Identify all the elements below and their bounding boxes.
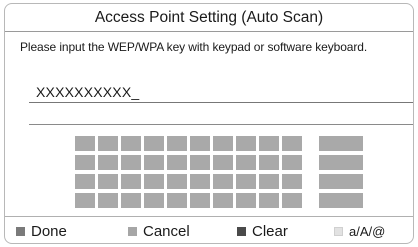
keyboard-key[interactable] [98, 155, 118, 170]
cancel-color-icon [128, 226, 137, 236]
keyboard-key[interactable] [190, 174, 210, 189]
keyboard-key[interactable] [190, 155, 210, 170]
keyboard-key[interactable] [144, 174, 164, 189]
keyboard-key[interactable] [144, 155, 164, 170]
keyboard-key[interactable] [282, 155, 302, 170]
keyboard-key[interactable] [190, 193, 210, 208]
clear-label: Clear [252, 222, 288, 240]
keyboard-key[interactable] [259, 155, 279, 170]
keyboard-key[interactable] [167, 193, 187, 208]
case-toggle-label: a/A/@ [349, 223, 386, 239]
keyboard-key[interactable] [75, 193, 95, 208]
keyboard-key[interactable] [167, 136, 187, 151]
keyboard-key[interactable] [121, 174, 141, 189]
clear-color-icon [237, 226, 246, 236]
keyboard-key[interactable] [236, 136, 256, 151]
color-button-legend: Done Cancel Clear a/A/@ [5, 217, 413, 243]
keyboard-key[interactable] [144, 193, 164, 208]
keyboard-key[interactable] [236, 155, 256, 170]
dialog-title: Access Point Setting (Auto Scan) [94, 9, 324, 26]
done-color-icon [16, 226, 25, 236]
keyboard-key[interactable] [98, 136, 118, 151]
keyboard-key[interactable] [213, 174, 233, 189]
case-toggle-button[interactable]: a/A/@ [334, 221, 385, 241]
keyboard-function-key[interactable] [319, 155, 363, 170]
key-input-underline [29, 102, 413, 103]
cancel-label: Cancel [143, 222, 190, 240]
keyboard-key[interactable] [167, 174, 187, 189]
keyboard-key[interactable] [75, 174, 95, 189]
case-toggle-color-icon [334, 226, 343, 236]
keyboard-key[interactable] [282, 174, 302, 189]
keyboard-key[interactable] [121, 193, 141, 208]
keyboard-key[interactable] [236, 193, 256, 208]
access-point-setting-dialog: Access Point Setting (Auto Scan) Please … [4, 3, 414, 244]
keyboard-key[interactable] [282, 136, 302, 151]
software-keyboard [75, 136, 365, 211]
keyboard-key[interactable] [213, 136, 233, 151]
keyboard-key[interactable] [75, 136, 95, 151]
keyboard-key[interactable] [98, 174, 118, 189]
keyboard-key[interactable] [167, 155, 187, 170]
keyboard-key[interactable] [121, 155, 141, 170]
keyboard-key[interactable] [98, 193, 118, 208]
wep-wpa-key-input[interactable]: XXXXXXXXXX_ [36, 84, 139, 100]
keyboard-function-key[interactable] [319, 193, 363, 208]
clear-button[interactable]: Clear [237, 221, 288, 241]
keyboard-key[interactable] [259, 193, 279, 208]
keyboard-key[interactable] [236, 174, 256, 189]
done-label: Done [31, 222, 67, 240]
keyboard-key[interactable] [213, 193, 233, 208]
keyboard-function-key[interactable] [319, 174, 363, 189]
instruction-text: Please input the WEP/WPA key with keypad… [20, 40, 368, 54]
keyboard-key[interactable] [75, 155, 95, 170]
keyboard-function-key[interactable] [319, 136, 363, 151]
done-button[interactable]: Done [16, 221, 67, 241]
keyboard-key[interactable] [121, 136, 141, 151]
title-divider [5, 31, 413, 32]
keyboard-divider [29, 124, 413, 125]
keyboard-key[interactable] [259, 136, 279, 151]
keyboard-key[interactable] [213, 155, 233, 170]
keyboard-key[interactable] [144, 136, 164, 151]
keyboard-key[interactable] [282, 193, 302, 208]
cancel-button[interactable]: Cancel [128, 221, 190, 241]
keyboard-key[interactable] [190, 136, 210, 151]
keyboard-key[interactable] [259, 174, 279, 189]
